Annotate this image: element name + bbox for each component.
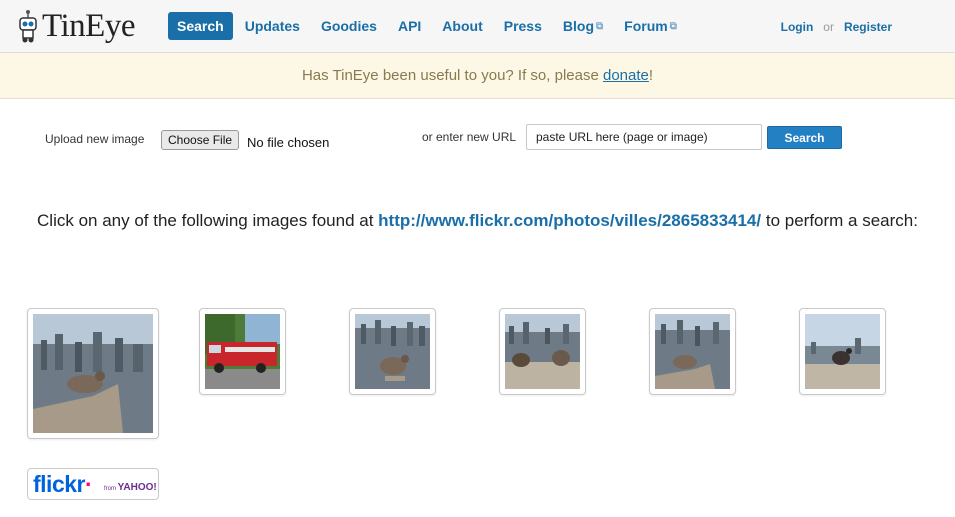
banner-end: ! <box>648 67 654 84</box>
login-link[interactable]: Login <box>781 20 814 34</box>
yahoo-word: YAHOO! <box>117 482 157 493</box>
or-separator: or <box>823 20 834 34</box>
source-url-link[interactable]: http://www.flickr.com/photos/villes/2865… <box>378 211 761 230</box>
external-link-icon: ⧉ <box>596 20 604 32</box>
nav-blog-label: Blog <box>562 18 594 34</box>
instruction-text: Click on any of the following images fou… <box>20 209 935 233</box>
banner-text: Has TinEye been useful to you? If so, pl… <box>301 67 603 84</box>
nav-press[interactable]: Press <box>504 18 542 34</box>
main-nav: Search Updates Goodies API About Press B… <box>168 12 698 40</box>
yahoo-mark: from YAHOO! <box>104 482 157 493</box>
image-thumbnail-pigeon-sky[interactable] <box>799 308 886 395</box>
register-link[interactable]: Register <box>844 20 892 34</box>
donate-banner: Has TinEye been useful to you? If so, pl… <box>0 53 955 99</box>
nav-forum-label: Forum <box>624 18 668 34</box>
nav-forum[interactable]: Forum ⧉ <box>624 18 677 34</box>
tineye-logo[interactable]: TinEye <box>16 6 135 46</box>
thumbnail-image <box>33 314 153 433</box>
instruction-before: Click on any of the following images fou… <box>37 211 379 230</box>
nav-about[interactable]: About <box>442 18 482 34</box>
url-label: or enter new URL <box>422 130 517 144</box>
image-thumbnail-pigeon-view[interactable] <box>649 308 736 395</box>
external-link-icon: ⧉ <box>669 20 677 32</box>
logo-text: TinEye <box>42 7 135 44</box>
choose-file-button[interactable]: Choose File <box>161 130 240 150</box>
image-thumbnail-pigeon-city[interactable] <box>349 308 436 395</box>
nav-blog[interactable]: Blog ⧉ <box>563 18 603 34</box>
flickr-word: flickr <box>33 471 85 497</box>
site-header: TinEye Search Updates Goodies API About … <box>0 0 955 53</box>
yahoo-from: from <box>104 486 116 492</box>
flickr-dot: · <box>84 471 93 497</box>
auth-links: Login or Register <box>781 20 892 34</box>
nav-api[interactable]: API <box>398 18 421 34</box>
nav-updates[interactable]: Updates <box>245 18 300 34</box>
thumbnail-image <box>805 314 880 389</box>
nav-goodies[interactable]: Goodies <box>321 18 377 34</box>
robot-logo-icon <box>19 10 37 43</box>
image-thumbnail-fire-truck[interactable] <box>199 308 286 395</box>
thumbnail-image <box>205 314 280 389</box>
nav-search[interactable]: Search <box>168 12 233 40</box>
upload-label: Upload new image <box>45 132 145 146</box>
url-input[interactable] <box>526 124 762 150</box>
url-search-button[interactable]: Search <box>767 126 842 149</box>
thumbnail-image <box>505 314 580 389</box>
donate-link[interactable]: donate <box>603 67 649 84</box>
thumbnail-image <box>355 314 430 389</box>
flickr-wordmark: flickr· <box>33 471 93 498</box>
instruction-after: to perform a search: <box>761 211 918 230</box>
file-status: No file chosen <box>247 135 330 150</box>
image-thumbnail-two-pigeons[interactable] <box>499 308 586 395</box>
flickr-logo[interactable]: flickr· from YAHOO! <box>27 468 159 500</box>
thumbnail-image <box>655 314 730 389</box>
image-thumbnail-pigeon-ledge[interactable] <box>27 308 159 439</box>
